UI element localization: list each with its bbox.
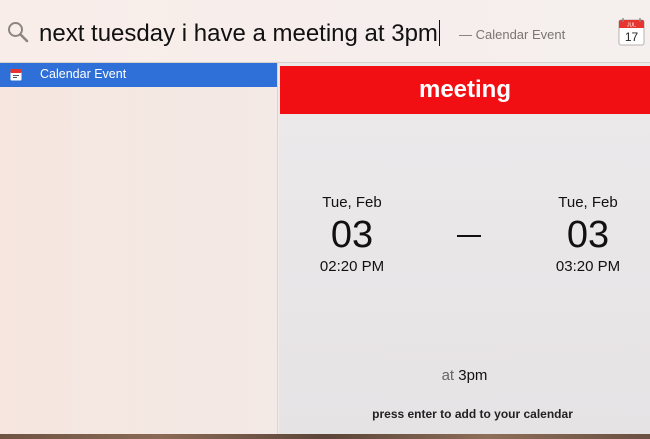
- calendar-app-icon: JUL 17: [618, 18, 645, 46]
- end-date-label: Tue, Feb: [558, 194, 618, 211]
- at-value: 3pm: [458, 367, 488, 384]
- results-list: Calendar Event: [0, 63, 278, 434]
- start-day: 03: [330, 214, 374, 256]
- at-word: at: [441, 367, 455, 384]
- end-time: 03:20 PM: [555, 258, 621, 275]
- event-time-summary: at 3pm: [279, 367, 650, 384]
- event-start: Tue, Feb 03 02:20 PM: [292, 193, 412, 277]
- desktop-background-strip: [0, 434, 650, 439]
- event-preview: meeting Tue, Feb 03 02:20 PM Tue, Feb 03…: [279, 63, 650, 434]
- svg-text:17: 17: [625, 30, 639, 44]
- start-time: 02:20 PM: [319, 258, 385, 275]
- search-icon: [8, 22, 29, 43]
- search-query-text: next tuesday i have a meeting at 3pm: [39, 20, 438, 47]
- text-caret: [438, 20, 440, 46]
- add-to-calendar-hint: press enter to add to your calendar: [372, 407, 573, 421]
- svg-text:JUL: JUL: [627, 23, 636, 29]
- search-completion-hint: — Calendar Event: [459, 27, 566, 42]
- calendar-small-icon: [10, 69, 22, 81]
- end-day: 03: [566, 214, 610, 256]
- event-title: meeting: [280, 66, 650, 114]
- spotlight-panel: next tuesday i have a meeting at 3pm — C…: [0, 0, 650, 434]
- start-date-label: Tue, Feb: [322, 194, 382, 211]
- result-item-calendar-event[interactable]: Calendar Event: [0, 63, 277, 87]
- search-input[interactable]: next tuesday i have a meeting at 3pm: [39, 17, 440, 51]
- result-item-label: Calendar Event: [40, 67, 127, 81]
- date-range-separator: [457, 235, 481, 237]
- search-bar[interactable]: next tuesday i have a meeting at 3pm — C…: [0, 0, 650, 63]
- event-end: Tue, Feb 03 03:20 PM: [528, 193, 648, 277]
